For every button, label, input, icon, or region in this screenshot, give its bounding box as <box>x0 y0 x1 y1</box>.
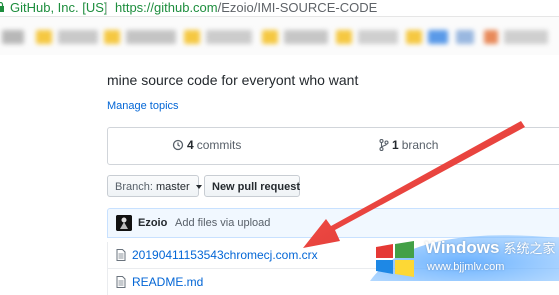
file-icon <box>116 249 126 261</box>
windows-logo-icon <box>376 241 414 277</box>
branch-count: 1 <box>392 138 399 152</box>
blurred-bookmark <box>2 30 24 44</box>
lock-icon <box>0 2 4 12</box>
commits-count: 4 <box>187 138 194 152</box>
watermark-brand-cn: 系统之家 <box>503 241 556 256</box>
branch-label: branch <box>401 138 439 152</box>
blurred-bookmark <box>126 30 176 44</box>
file-icon <box>116 276 126 288</box>
blurred-bookmark <box>504 30 548 44</box>
branch-selector-button[interactable]: Branch: master <box>107 175 202 197</box>
blurred-bookmark <box>358 30 398 44</box>
file-link[interactable]: README.md <box>132 269 203 295</box>
avatar[interactable] <box>116 215 132 231</box>
branch-value: master <box>155 181 190 193</box>
watermark-brand-en: Windows <box>425 238 500 257</box>
repo-stats-bar: 4 commits 1 branch <box>107 127 559 165</box>
blurred-bookmark <box>428 30 448 44</box>
repo-description: mine source code for everyont who want <box>107 72 359 88</box>
blurred-bookmark <box>456 30 474 44</box>
blurred-bookmark <box>484 30 498 44</box>
blurred-bookmark <box>58 30 98 44</box>
url-host: https://github.com <box>115 0 218 15</box>
history-icon <box>172 139 184 151</box>
commit-author[interactable]: Ezoio <box>138 209 167 237</box>
file-link[interactable]: 20190411153543chromecj.com.crx <box>132 242 318 268</box>
blurred-bookmark <box>36 30 52 44</box>
blurred-bookmark <box>184 30 200 44</box>
branches-link[interactable]: 1 branch <box>379 138 438 152</box>
blurred-bookmark <box>284 30 328 44</box>
commits-label: commits <box>196 138 242 152</box>
bookmarks-bar <box>0 17 559 55</box>
watermark-brand: Windows 系统之家 <box>425 238 555 258</box>
blurred-bookmark <box>336 30 352 44</box>
branch-prefix: Branch: <box>115 181 153 193</box>
blurred-bookmark <box>104 30 120 44</box>
commits-link[interactable]: 4 commits <box>172 138 241 152</box>
url-text[interactable]: https://github.com/Ezoio/IMI-SOURCE-CODE <box>115 0 377 16</box>
address-bar[interactable]: GitHub, Inc. [US] https://github.com/Ezo… <box>0 0 559 17</box>
watermark-url: www.bjjmlv.com <box>427 261 505 273</box>
new-pull-request-button[interactable]: New pull request <box>204 175 300 197</box>
branch-icon <box>379 139 389 151</box>
site-identity-label[interactable]: GitHub, Inc. [US] <box>10 0 108 16</box>
commit-message[interactable]: Add files via upload <box>175 209 270 237</box>
blurred-bookmark <box>406 30 422 44</box>
address-separator <box>106 2 107 14</box>
blurred-bookmark <box>206 30 252 44</box>
manage-topics-link[interactable]: Manage topics <box>107 100 179 112</box>
url-path: /Ezoio/IMI-SOURCE-CODE <box>217 0 378 15</box>
chevron-down-icon <box>195 185 202 190</box>
blurred-bookmark <box>262 30 278 44</box>
